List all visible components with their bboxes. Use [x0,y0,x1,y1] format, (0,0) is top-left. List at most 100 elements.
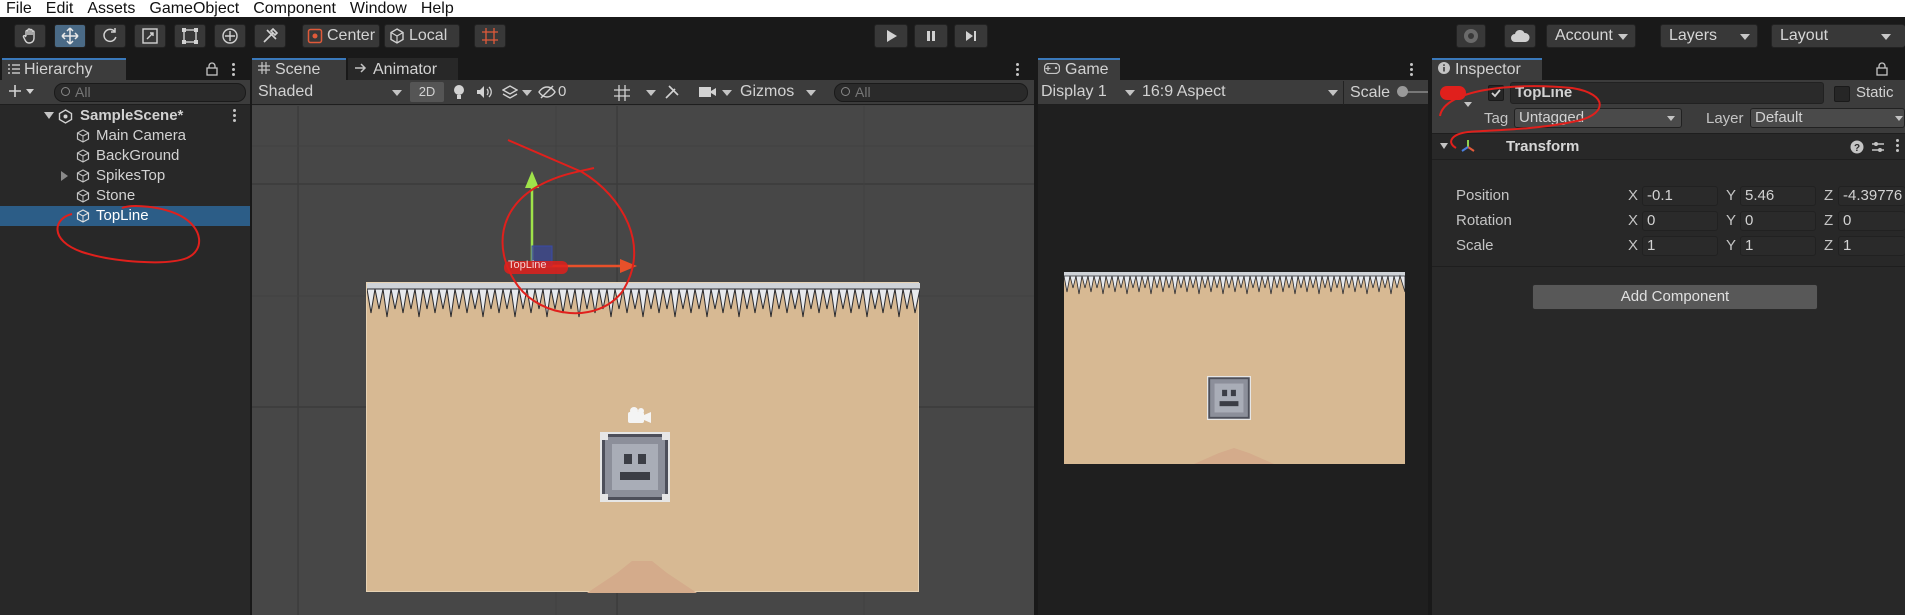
tab-hierarchy[interactable]: Hierarchy [2,58,126,80]
menu-window[interactable]: Window [344,0,415,17]
chevron-down-icon[interactable] [1440,143,1448,149]
layer-dropdown[interactable]: Default [1750,108,1905,128]
grid-snap-button[interactable] [474,24,506,48]
rotate-tool-button[interactable] [94,24,126,48]
scene-viewport[interactable]: TopLine [252,106,1034,615]
axis-x-label[interactable]: X [1628,212,1638,229]
game-menu-icon[interactable] [1410,63,1414,77]
pause-button[interactable] [914,24,948,48]
hierarchy-search-input[interactable]: All [54,83,246,102]
tab-scene[interactable]: Scene [252,58,346,80]
effects-icon[interactable] [501,84,519,104]
svg-text:?: ? [1854,143,1860,154]
chevron-down-icon[interactable] [722,90,732,96]
lock-icon[interactable] [206,62,218,80]
transform-menu-icon[interactable] [1896,139,1900,153]
axis-y-label[interactable]: Y [1726,212,1736,229]
game-view[interactable] [1064,272,1405,464]
layer-label: Layer [1706,110,1744,127]
menu-file[interactable]: File [0,0,40,17]
rotation-z-input[interactable]: 0 [1838,211,1905,231]
layout-dropdown[interactable]: Layout [1771,24,1905,48]
scene-row[interactable]: SampleScene* [0,106,250,126]
transform-header[interactable]: Transform ? [1432,134,1905,160]
list-item[interactable]: BackGround [0,146,250,166]
scale-tool-button[interactable] [134,24,166,48]
list-item[interactable]: Main Camera [0,126,250,146]
menu-help[interactable]: Help [415,0,462,17]
rotation-x-input[interactable]: 0 [1642,211,1718,231]
hidden-objects-icon[interactable] [538,85,556,103]
chevron-down-icon[interactable] [646,90,656,96]
step-button[interactable] [954,24,988,48]
hierarchy-tabbar: Hierarchy [0,58,250,80]
axis-z-label[interactable]: Z [1824,187,1833,204]
tab-inspector[interactable]: Inspector [1432,58,1542,80]
scale-y-input[interactable]: 1 [1740,236,1816,256]
position-z-input[interactable]: -4.39776 [1838,186,1905,206]
axis-x-label[interactable]: X [1628,237,1638,254]
axis-y-label[interactable]: Y [1726,237,1736,254]
static-checkbox[interactable] [1834,86,1850,102]
axis-z-label[interactable]: Z [1824,237,1833,254]
cloud-button[interactable] [1504,24,1536,48]
menu-gameobject[interactable]: GameObject [143,0,247,17]
lighting-icon[interactable] [452,84,466,104]
pivot-toggle[interactable]: Center [302,24,380,48]
services-button[interactable] [1456,24,1486,48]
menu-component[interactable]: Component [247,0,344,17]
shading-mode-dropdown[interactable]: Shaded [256,80,406,104]
menu-assets[interactable]: Assets [81,0,143,17]
layers-dropdown[interactable]: Layers [1660,24,1758,48]
grid-snap-icon [481,27,499,45]
scale-slider-handle[interactable] [1397,86,1408,97]
transform-tool-button[interactable] [214,24,246,48]
scene-panel: Scene Animator Shaded 2D 0 Gizmos All To… [252,58,1034,615]
rect-tool-button[interactable] [174,24,206,48]
scene-search-input[interactable]: All [834,83,1028,102]
2d-toggle[interactable]: 2D [410,82,444,102]
hand-tool-button[interactable] [14,24,46,48]
move-tool-button[interactable] [54,24,86,48]
axis-z-label[interactable]: Z [1824,212,1833,229]
layers-label: Layers [1669,27,1718,44]
custom-tool-button[interactable] [254,24,286,48]
tab-animator[interactable]: Animator [348,58,458,80]
scale-label: Scale [1456,237,1494,254]
rotation-y-input[interactable]: 0 [1740,211,1816,231]
chevron-down-icon[interactable] [522,90,532,96]
position-x-input[interactable]: -0.1 [1642,186,1718,206]
expand-arrow-icon[interactable] [61,171,68,181]
position-y-input[interactable]: 5.46 [1740,186,1816,206]
audio-icon[interactable] [476,85,492,103]
account-dropdown[interactable]: Account [1546,24,1636,48]
help-icon[interactable]: ? [1850,140,1864,158]
expand-arrow-icon[interactable] [44,112,54,119]
gameobject-cube-icon [76,149,90,163]
scene-menu-icon[interactable] [233,109,237,123]
menu-edit[interactable]: Edit [40,0,82,17]
tab-game[interactable]: Game [1038,58,1120,80]
lock-icon[interactable] [1876,62,1888,80]
camera-gizmo-icon[interactable] [626,406,654,426]
add-component-button[interactable]: Add Component [1532,284,1818,310]
list-item[interactable]: SpikesTop [0,166,250,186]
hierarchy-menu-icon[interactable] [232,63,236,77]
gizmos-dropdown[interactable]: Gizmos [736,81,816,103]
scale-x-input[interactable]: 1 [1642,236,1718,256]
grid-toggle-icon[interactable] [614,85,630,105]
display-dropdown[interactable]: Display 1 [1041,80,1139,104]
preset-icon[interactable] [1870,139,1886,159]
rotate-icon [101,27,119,45]
axis-y-label[interactable]: Y [1726,187,1736,204]
tools-icon[interactable] [664,84,680,104]
space-toggle[interactable]: Local [384,24,460,48]
scene-menu-icon[interactable] [1016,63,1020,77]
axis-x-label[interactable]: X [1628,187,1638,204]
play-button[interactable] [874,24,908,48]
scale-z-input[interactable]: 1 [1838,236,1905,256]
camera-icon[interactable] [698,85,718,103]
stone-sprite[interactable] [600,432,670,502]
add-icon[interactable] [8,83,36,103]
game-panel: Game Display 1 16:9 Aspect Scale [1038,58,1428,615]
